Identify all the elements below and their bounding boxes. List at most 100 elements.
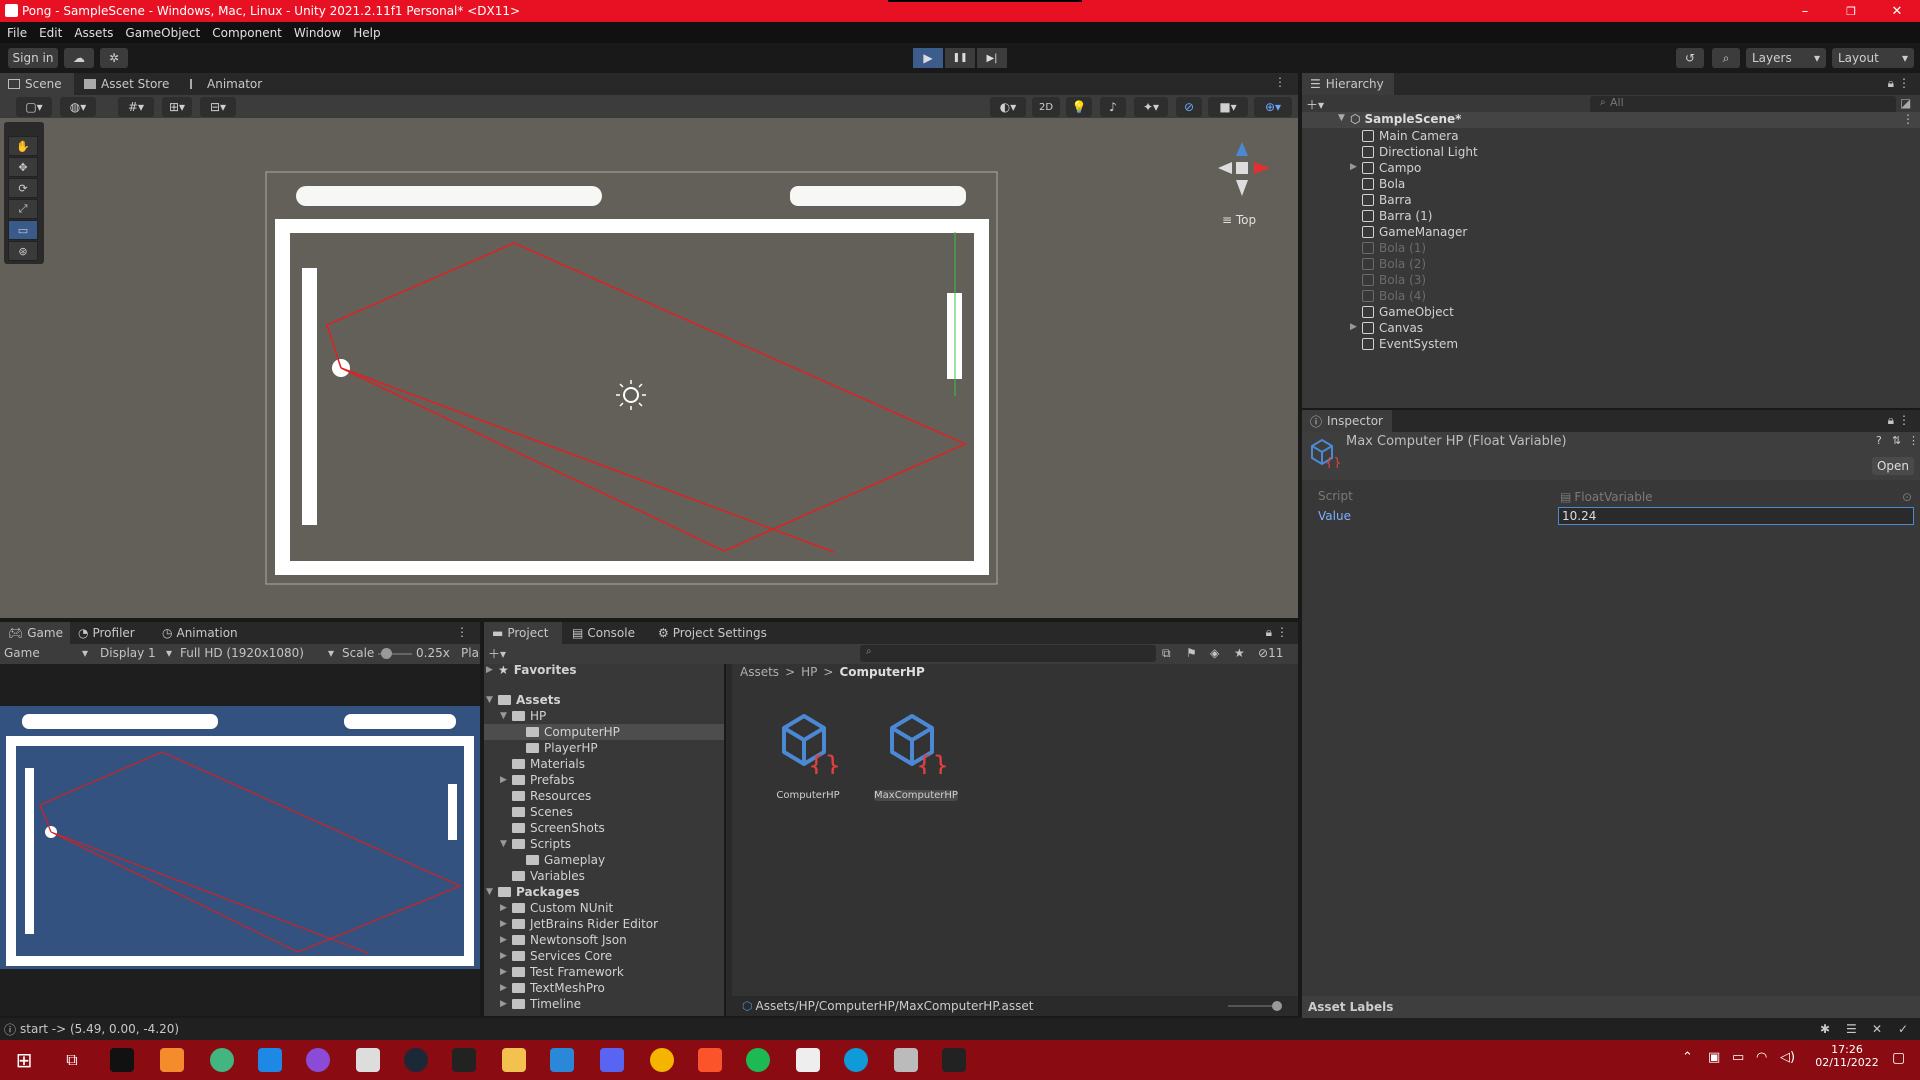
chrome-icon[interactable] [650,1048,674,1072]
effects-icon[interactable]: ✦▾ [1134,97,1168,117]
increment-snap-icon[interactable]: ⊟▾ [200,97,236,117]
status-message[interactable]: start -> (5.49, 0.00, -4.20) [20,1022,179,1036]
unity-editor-icon[interactable] [796,1048,820,1072]
icon-size-slider-thumb[interactable] [1272,1001,1282,1011]
tree-folder[interactable]: ComputerHP [526,724,620,740]
tree-folder[interactable]: ScreenShots [512,820,605,836]
visual-studio-icon[interactable] [942,1048,966,1072]
hierarchy-item[interactable]: Bola (2) [1362,256,1426,272]
project-search-input[interactable] [860,645,1156,662]
render-mode-icon[interactable]: ◍▾ [60,97,96,117]
tab-scene[interactable]: Scene [0,73,74,95]
unity-hub-icon[interactable] [356,1048,380,1072]
tree-folder[interactable]: HP [512,708,546,724]
visibility-icon[interactable]: ⊘ [1176,97,1202,117]
open-button[interactable]: Open [1872,457,1914,475]
camera-icon[interactable]: ■▾ [1208,97,1248,117]
game-view[interactable] [0,664,480,1016]
expand-arrow-icon[interactable]: ▼ [500,839,507,849]
package-folder[interactable]: Services Core [512,948,612,964]
wifi-icon[interactable]: ◠ [1756,1050,1767,1065]
battery-icon[interactable]: ▭ [1732,1050,1744,1065]
tag-icon[interactable]: ◈ [1210,646,1219,660]
draw-mode-icon[interactable]: ▢▾ [16,97,52,117]
tree-folder[interactable]: Prefabs [512,772,575,788]
hierarchy-item[interactable]: Barra [1362,192,1412,208]
file-explorer-icon[interactable] [502,1048,526,1072]
pause-button[interactable]: ❚❚ [945,48,975,68]
search-icon[interactable]: ⌕ [1712,48,1740,68]
maximize-button[interactable]: ❐ [1828,0,1874,22]
hierarchy-item[interactable]: Bola [1362,176,1405,192]
display-dropdown[interactable]: Display 1 ▾ [100,646,172,660]
hierarchy-item[interactable]: GameObject [1362,304,1454,320]
lock-icon[interactable]: 🔒︎ [1888,413,1894,428]
search-by-label-icon[interactable]: ⚑ [1186,646,1197,660]
scene-root[interactable]: ⬡ SampleScene* [1350,112,1461,126]
task-view-icon[interactable]: ⧉ [60,1048,84,1072]
clock[interactable]: 17:26 02/11/2022 [1812,1043,1882,1069]
scene-visibility-icon[interactable]: ◪ [1900,96,1911,110]
cloud-icon[interactable]: ☁ [64,48,94,68]
packages-root[interactable]: Packages [498,884,580,900]
create-asset-button[interactable]: ＋▾ [488,645,506,662]
tab-project-settings[interactable]: ⚙ Project Settings [658,622,788,644]
brave-icon[interactable] [698,1048,722,1072]
lock-icon[interactable]: 🔒︎ [1266,625,1272,640]
grid-icon[interactable]: ⊞▾ [162,97,192,117]
expand-arrow-icon[interactable]: ▼ [1338,113,1345,123]
hierarchy-item[interactable]: Barra (1) [1362,208,1432,224]
breadcrumb-hp[interactable]: HP [801,665,817,679]
tree-folder[interactable]: Resources [512,788,591,804]
preset-icon[interactable]: ⇅ [1892,434,1901,447]
history-icon[interactable]: ↺ [1676,48,1704,68]
menu-gameobject[interactable]: GameObject [125,26,200,40]
tab-hierarchy[interactable]: ☰ Hierarchy [1302,73,1394,95]
scene-view[interactable]: ✋ ✥ ⟳ ⤢ ▭ ⊛ ≡ Top [0,118,1298,618]
expand-arrow-icon[interactable]: ▶ [500,919,507,929]
search-by-type-icon[interactable]: ⧉ [1162,646,1171,661]
sublime-icon[interactable] [160,1048,184,1072]
vscode-icon[interactable] [258,1048,282,1072]
tab-project[interactable]: ▬ Project [484,622,562,644]
app-icon[interactable] [210,1048,234,1072]
expand-arrow-icon[interactable]: ▶ [1350,322,1357,332]
orientation-gizmo[interactable] [1218,142,1270,196]
hierarchy-item[interactable]: Campo [1362,160,1421,176]
asset-item[interactable]: {} ComputerHP [762,710,854,806]
expand-arrow-icon[interactable]: ▼ [486,695,493,705]
bug-icon[interactable]: ✱ [1820,1022,1830,1036]
audio-icon[interactable]: ♪ [1100,97,1126,117]
menu-edit[interactable]: Edit [39,26,62,40]
more-menu-icon[interactable]: ⋮ [1276,625,1288,639]
expand-arrow-icon[interactable]: ▶ [500,775,507,785]
play-button[interactable]: ▶ [913,48,943,68]
menu-assets[interactable]: Assets [74,26,113,40]
tab-animation[interactable]: ◷ Animation [162,622,252,644]
layout-dropdown[interactable]: Layout ▾ [1832,48,1914,68]
expand-arrow-icon[interactable]: ▶ [500,967,507,977]
tree-folder[interactable]: PlayerHP [526,740,598,756]
package-folder[interactable]: JetBrains Rider Editor [512,916,658,932]
more-menu-icon[interactable]: ⋮ [1898,76,1910,90]
tree-folder[interactable]: Variables [512,868,585,884]
asset-item[interactable]: {} MaxComputerHP [870,710,962,806]
hierarchy-item[interactable]: EventSystem [1362,336,1458,352]
expand-arrow-icon[interactable]: ▶ [500,999,507,1009]
gizmo-label[interactable]: ≡ Top [1222,213,1256,227]
store-icon[interactable] [550,1048,574,1072]
edge-icon[interactable] [844,1048,868,1072]
spotify-icon[interactable] [746,1048,770,1072]
tab-console[interactable]: ▤ Console [572,622,652,644]
tree-folder[interactable]: Gameplay [526,852,605,868]
tab-asset-store[interactable]: Asset Store [84,73,174,95]
tab-inspector[interactable]: ⓘ Inspector [1302,410,1392,432]
menu-component[interactable]: Component [212,26,282,40]
tray-app-icon[interactable]: ▣ [1708,1050,1720,1065]
hidden-packages-toggle[interactable]: ⊘ 11 [1258,646,1283,660]
terminal-icon[interactable] [110,1048,134,1072]
menu-help[interactable]: Help [353,26,380,40]
expand-arrow-icon[interactable]: ▼ [486,887,493,897]
discord-icon[interactable] [600,1048,624,1072]
more-menu-icon[interactable]: ⋮ [1898,413,1910,427]
